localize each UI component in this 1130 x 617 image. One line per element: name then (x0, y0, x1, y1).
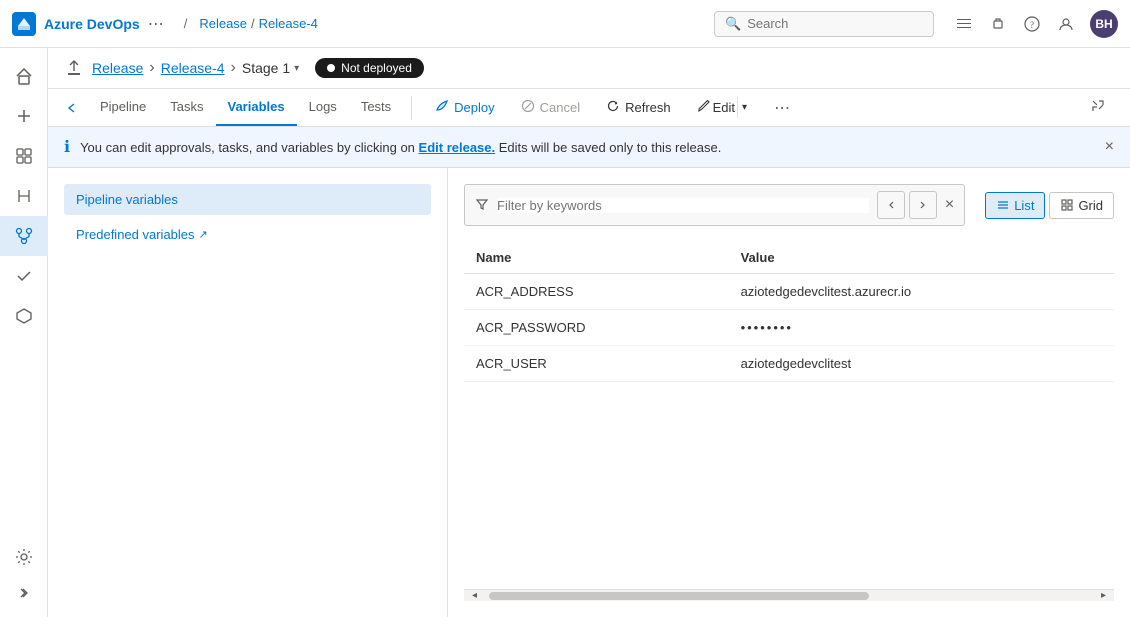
top-nav: Azure DevOps ⋯ / Release / Release-4 🔍 ?… (0, 0, 1130, 48)
sidebar-item-add[interactable] (0, 96, 48, 136)
tab-divider (411, 96, 412, 120)
sidebar-item-settings[interactable] (0, 537, 48, 577)
nav-more-icon[interactable]: ⋯ (148, 14, 164, 34)
filter-next-button[interactable] (909, 191, 937, 219)
search-bar[interactable]: 🔍 (714, 11, 934, 37)
tab-back-btn[interactable] (64, 100, 80, 116)
var-name-acr-user: ACR_USER (464, 346, 729, 382)
nav-icons: ? BH (954, 10, 1118, 38)
scroll-right-arrow[interactable]: ▸ (1097, 590, 1110, 601)
deploy-icon (435, 99, 449, 116)
refresh-icon (606, 99, 620, 116)
scroll-left-arrow[interactable]: ◂ (468, 590, 481, 601)
sidebar-expand[interactable] (0, 577, 48, 609)
col-value-header: Value (729, 242, 1114, 274)
vars-table: Name Value ACR_ADDRESS aziotedgedevclite… (464, 242, 1114, 382)
svg-text:?: ? (1030, 20, 1034, 30)
filter-nav: × (877, 191, 954, 219)
info-banner-text: You can edit approvals, tasks, and varia… (80, 140, 1095, 155)
info-banner: ℹ You can edit approvals, tasks, and var… (48, 127, 1130, 168)
search-icon: 🔍 (725, 16, 741, 32)
deploy-button[interactable]: Deploy (424, 93, 505, 122)
help-icon[interactable]: ? (1022, 14, 1042, 34)
vars-sidebar: Pipeline variables Predefined variables … (48, 168, 448, 617)
external-link-icon: ↗ (199, 228, 208, 241)
var-value-acr-user: aziotedgedevclitest (729, 346, 1114, 382)
col-name-header: Name (464, 242, 729, 274)
cancel-button[interactable]: Cancel (510, 93, 591, 122)
filter-input[interactable] (497, 198, 869, 213)
sub-header: Release › Release-4 › Stage 1 ▾ Not depl… (48, 48, 1130, 89)
breadcrumb-release[interactable]: Release (199, 16, 247, 31)
edit-button[interactable]: Edit ▾ (686, 91, 762, 124)
scroll-bar-area: ◂ ▸ (464, 589, 1114, 601)
not-deployed-badge: Not deployed (315, 58, 424, 78)
refresh-button[interactable]: Refresh (595, 93, 682, 122)
app-logo[interactable]: Azure DevOps (12, 12, 140, 36)
predefined-variables-link[interactable]: Predefined variables ↗ (64, 219, 431, 250)
sidebar-item-artifacts[interactable] (0, 296, 48, 336)
table-row[interactable]: ACR_ADDRESS aziotedgedevclitest.azurecr.… (464, 274, 1114, 310)
info-close-button[interactable]: × (1105, 138, 1114, 156)
release-link[interactable]: Release (92, 60, 143, 76)
edit-icon (697, 99, 711, 116)
sidebar-item-home[interactable] (0, 56, 48, 96)
filter-prev-button[interactable] (877, 191, 905, 219)
sub-breadcrumb: Release › Release-4 › Stage 1 ▾ (92, 59, 299, 77)
more-options-button[interactable]: ⋯ (766, 93, 798, 123)
tab-logs[interactable]: Logs (297, 89, 349, 126)
var-name-acr-address: ACR_ADDRESS (464, 274, 729, 310)
info-icon: ℹ (64, 137, 70, 157)
edit-caret-icon[interactable]: ▾ (737, 97, 751, 118)
sidebar-item-testplans[interactable] (0, 256, 48, 296)
list-settings-icon[interactable] (954, 14, 974, 34)
table-row[interactable]: ACR_USER aziotedgedevclitest (464, 346, 1114, 382)
filter-bar[interactable]: × (464, 184, 965, 226)
vars-content: × List Grid (448, 168, 1130, 617)
pipeline-variables-item[interactable]: Pipeline variables (64, 184, 431, 215)
briefcase-icon[interactable] (988, 14, 1008, 34)
filter-view-row: × List Grid (464, 184, 1114, 226)
var-value-acr-password: •••••••• (729, 310, 1114, 346)
tab-actions: Deploy Cancel Refresh (424, 91, 798, 124)
variables-layout: Pipeline variables Predefined variables … (48, 168, 1130, 617)
search-input[interactable] (747, 16, 907, 31)
cancel-icon (521, 99, 535, 116)
view-toggle: List Grid (985, 192, 1114, 219)
scroll-thumb[interactable] (489, 592, 869, 600)
sidebar-item-boards[interactable] (0, 136, 48, 176)
breadcrumb: Release / Release-4 (199, 16, 318, 31)
list-view-button[interactable]: List (985, 192, 1045, 219)
content-area: Release › Release-4 › Stage 1 ▾ Not depl… (48, 48, 1130, 617)
tab-pipeline[interactable]: Pipeline (88, 89, 158, 126)
tab-tests[interactable]: Tests (349, 89, 403, 126)
tab-variables[interactable]: Variables (216, 89, 297, 126)
main-layout: Release › Release-4 › Stage 1 ▾ Not depl… (0, 48, 1130, 617)
tab-tasks[interactable]: Tasks (158, 89, 215, 126)
release4-link[interactable]: Release-4 (161, 60, 225, 76)
var-name-acr-password: ACR_PASSWORD (464, 310, 729, 346)
filter-clear-button[interactable]: × (945, 196, 954, 214)
expand-button[interactable] (1082, 93, 1114, 122)
avatar[interactable]: BH (1090, 10, 1118, 38)
filter-icon (475, 197, 489, 214)
release-icon (64, 58, 84, 78)
edit-release-link[interactable]: Edit release. (419, 140, 496, 155)
badge-dot (327, 64, 335, 72)
tab-bar: Pipeline Tasks Variables Logs Tests Depl… (48, 89, 1130, 127)
user-settings-icon[interactable] (1056, 14, 1076, 34)
breadcrumb-release4[interactable]: Release-4 (259, 16, 318, 31)
stage-dropdown[interactable]: Stage 1 ▾ (242, 60, 299, 76)
sidebar (0, 48, 48, 617)
vars-table-wrap: Name Value ACR_ADDRESS aziotedgedevclite… (464, 242, 1114, 589)
sidebar-item-repos[interactable] (0, 176, 48, 216)
table-row[interactable]: ACR_PASSWORD •••••••• (464, 310, 1114, 346)
sidebar-item-pipelines[interactable] (0, 216, 48, 256)
grid-view-button[interactable]: Grid (1049, 192, 1114, 219)
logo-icon (12, 12, 36, 36)
stage-caret-icon: ▾ (294, 63, 299, 74)
var-value-acr-address: aziotedgedevclitest.azurecr.io (729, 274, 1114, 310)
